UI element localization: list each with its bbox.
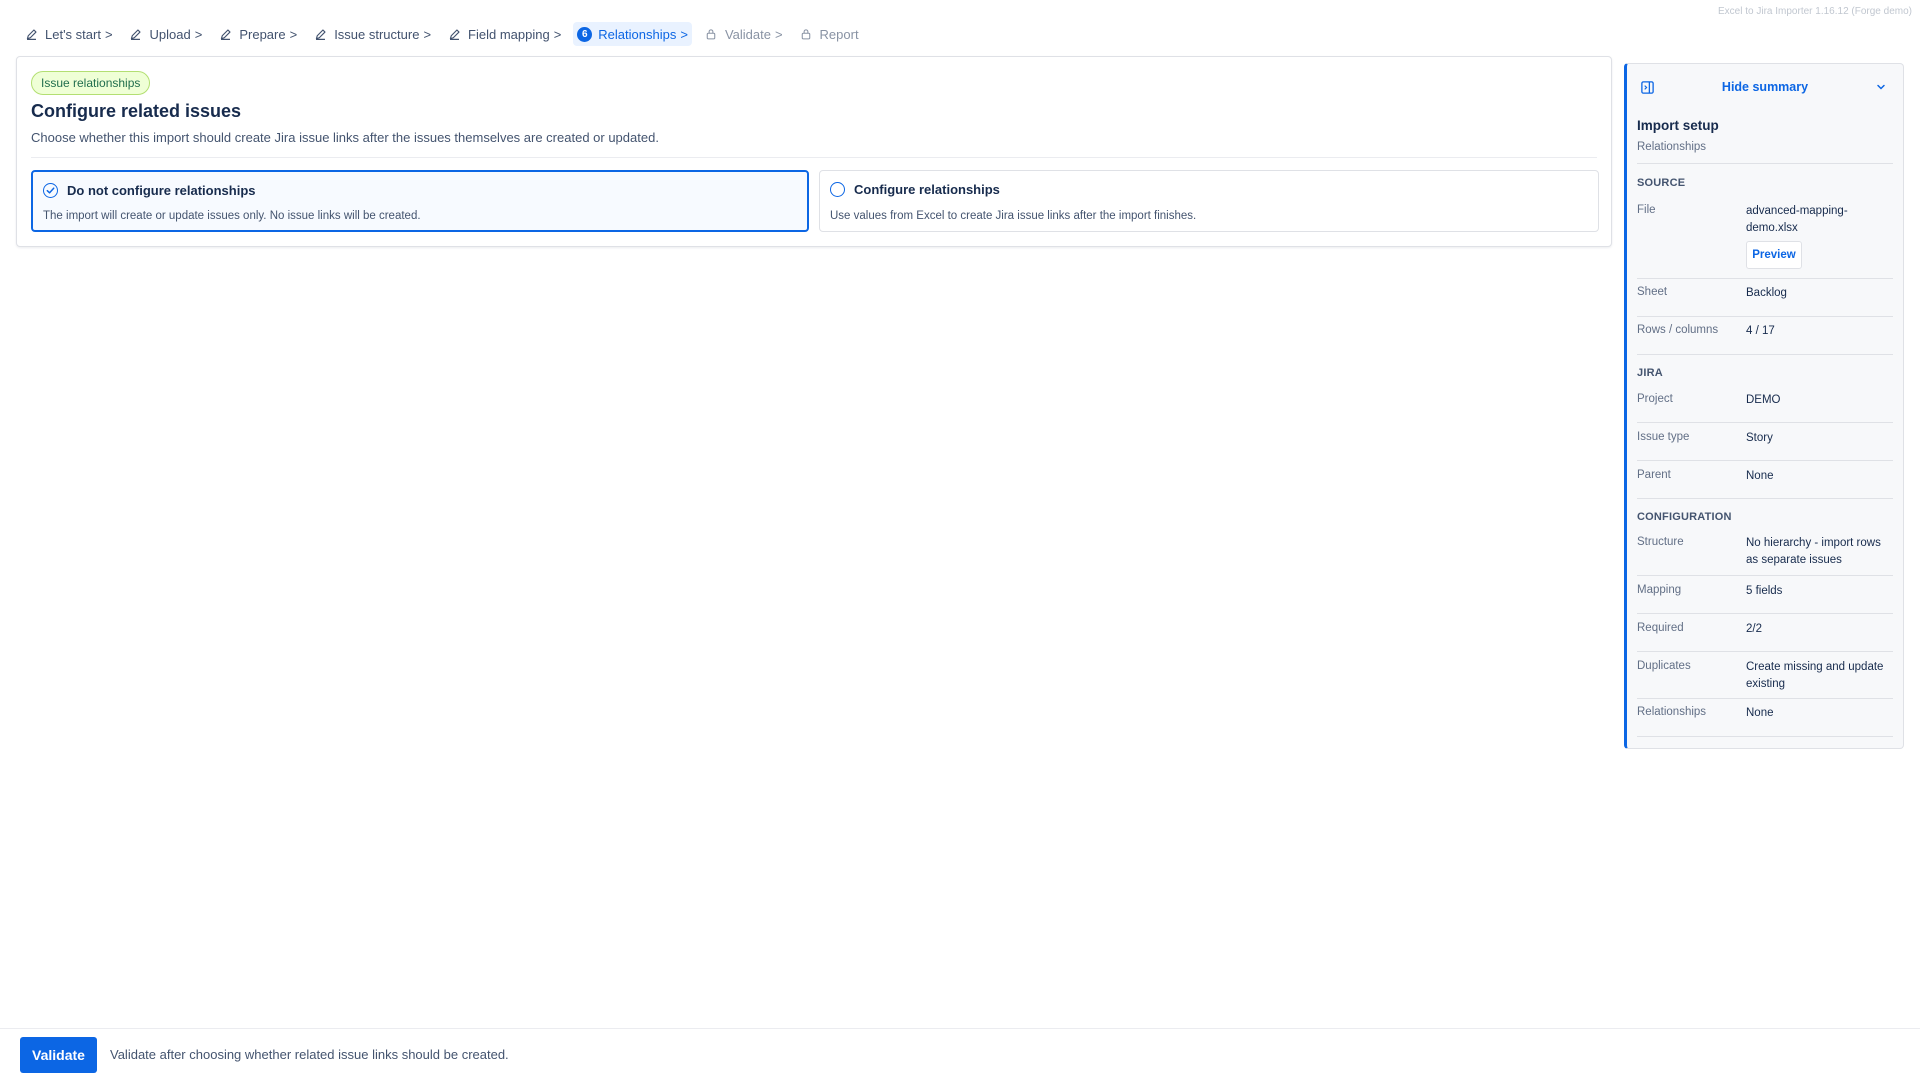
step-separator: > <box>774 26 783 42</box>
structure-label: Structure <box>1637 536 1684 548</box>
summary-current-step: Relationships <box>1637 141 1707 153</box>
relationships-card: Issue relationships Configure related is… <box>16 56 1612 247</box>
step-separator: > <box>194 26 203 42</box>
step-label: Prepare <box>239 26 286 42</box>
issue-type-value: Story <box>1746 432 1773 444</box>
required-label: Required <box>1637 622 1684 634</box>
pencil-icon <box>24 27 38 41</box>
divider <box>31 157 1597 158</box>
option-title: Configure relationships <box>854 182 1000 197</box>
duplicates-label: Duplicates <box>1637 660 1691 672</box>
summary-title: Import setup <box>1637 118 1719 133</box>
step-prepare[interactable]: Prepare > <box>214 22 301 46</box>
step-field-mapping[interactable]: Field mapping > <box>443 22 565 46</box>
project-label: Project <box>1637 393 1673 405</box>
rows-columns-value: 4 / 17 <box>1746 325 1775 337</box>
option-configure-relationships[interactable]: Configure relationships Use values from … <box>819 170 1599 232</box>
mapping-label: Mapping <box>1637 584 1682 596</box>
rows-columns-label: Rows / columns <box>1637 324 1719 336</box>
step-label: Issue structure <box>334 26 420 42</box>
parent-label: Parent <box>1637 469 1671 481</box>
mapping-value: 5 fields <box>1746 585 1783 597</box>
divider <box>1637 575 1893 576</box>
page-title: Configure related issues <box>31 101 242 121</box>
divider <box>1637 498 1893 499</box>
step-validate: Validate > <box>700 22 787 46</box>
radio-circle-icon[interactable] <box>830 182 845 197</box>
step-relationships[interactable]: 6 Relationships > <box>573 22 692 46</box>
step-separator: > <box>553 26 562 42</box>
section-lozenge: Issue relationships <box>31 71 151 95</box>
lock-icon <box>799 27 813 41</box>
step-lets-start[interactable]: Let's start > <box>20 22 117 46</box>
step-issue-structure[interactable]: Issue structure > <box>309 22 435 46</box>
step-label: Report <box>819 26 859 42</box>
step-separator: > <box>423 26 432 42</box>
sheet-value: Backlog <box>1746 287 1787 299</box>
step-label: Relationships <box>598 26 677 42</box>
section-heading-configuration: CONFIGURATION <box>1637 511 1732 523</box>
chevron-down-icon <box>1875 80 1887 98</box>
pencil-icon <box>313 27 327 41</box>
step-label: Let's start <box>45 26 101 42</box>
step-label: Upload <box>149 26 191 42</box>
step-separator: > <box>680 26 688 42</box>
divider <box>1637 613 1893 614</box>
section-heading-source: SOURCE <box>1637 177 1686 189</box>
file-label: File <box>1637 204 1656 216</box>
relationships-label: Relationships <box>1637 706 1707 718</box>
issue-type-label: Issue type <box>1637 431 1690 443</box>
divider <box>1637 354 1893 355</box>
check-circle-icon <box>43 183 58 198</box>
footer-bar: Validate Validate after choosing whether… <box>0 1028 1920 1080</box>
step-separator: > <box>289 26 298 42</box>
step-report: Report <box>795 22 863 46</box>
file-value: advanced-mapping-demo.xlsx <box>1746 205 1848 234</box>
divider <box>1637 422 1893 423</box>
section-heading-jira: JIRA <box>1637 367 1663 379</box>
structure-value: No hierarchy - import rows as separate i… <box>1746 537 1881 566</box>
step-upload[interactable]: Upload > <box>125 22 207 46</box>
option-description: The import will create or update issues … <box>43 210 421 222</box>
validate-button[interactable]: Validate <box>20 1037 97 1073</box>
project-value: DEMO <box>1746 394 1781 406</box>
step-label: Field mapping <box>468 26 550 42</box>
footer-hint: Validate after choosing whether related … <box>110 1047 509 1062</box>
wizard-stepper: Let's start > Upload > Prepare > Issue stru… <box>20 22 871 46</box>
import-summary-panel: Hide summary Import setup Relationships … <box>1624 63 1904 749</box>
page-description: Choose whether this import should create… <box>31 130 659 145</box>
divider <box>1637 278 1893 279</box>
divider <box>1637 698 1893 699</box>
divider <box>1637 316 1893 317</box>
app-version: Excel to Jira Importer 1.16.12 (Forge de… <box>1718 6 1912 17</box>
pencil-icon <box>218 27 232 41</box>
option-title: Do not configure relationships <box>67 183 256 198</box>
option-do-not-configure[interactable]: Do not configure relationships The impor… <box>31 170 809 232</box>
sheet-label: Sheet <box>1637 286 1668 298</box>
preview-button[interactable]: Preview <box>1746 241 1802 269</box>
divider <box>1637 163 1893 164</box>
pencil-icon <box>129 27 143 41</box>
parent-value: None <box>1746 470 1774 482</box>
pencil-icon <box>447 27 461 41</box>
hide-summary-label: Hide summary <box>1721 80 1809 94</box>
step-label: Validate <box>724 26 771 42</box>
divider <box>1637 736 1893 737</box>
required-value: 2/2 <box>1746 623 1762 635</box>
divider <box>1637 651 1893 652</box>
step-number-badge: 6 <box>577 26 593 42</box>
option-description: Use values from Excel to create Jira iss… <box>830 210 1197 222</box>
hide-summary-toggle[interactable]: Hide summary <box>1627 78 1903 98</box>
divider <box>1637 460 1893 461</box>
step-separator: > <box>104 26 113 42</box>
relationships-value: None <box>1746 707 1774 719</box>
lock-icon <box>704 27 718 41</box>
duplicates-value: Create missing and update existing <box>1746 661 1884 690</box>
